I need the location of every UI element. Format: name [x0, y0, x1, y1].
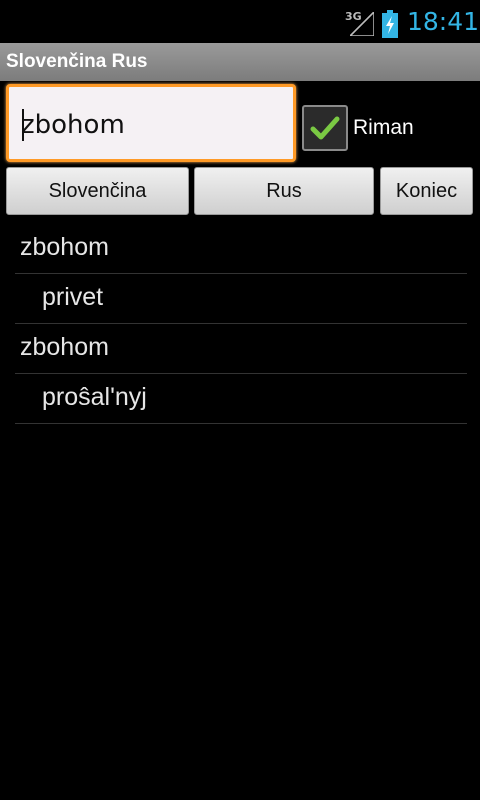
list-item[interactable]: zbohom: [15, 324, 467, 374]
list-item-text: zbohom: [20, 333, 109, 361]
list-item-text: zbohom: [20, 233, 109, 261]
check-icon: [310, 116, 340, 140]
status-bar: 3G 18:41: [0, 0, 480, 48]
list-item-text: proŝal'nyj: [42, 383, 147, 411]
list-item[interactable]: proŝal'nyj: [15, 374, 467, 424]
riman-checkbox-label[interactable]: Riman: [353, 116, 414, 140]
riman-checkbox[interactable]: [302, 105, 348, 151]
koniec-button[interactable]: Koniec: [380, 167, 473, 215]
list-item[interactable]: zbohom: [15, 224, 467, 274]
results-list: zbohom privet zbohom proŝal'nyj: [15, 224, 467, 424]
signal-icon: [350, 12, 374, 36]
battery-charging-icon: [382, 10, 398, 38]
slovencina-button[interactable]: Slovenčina: [6, 167, 189, 215]
list-item[interactable]: privet: [15, 274, 467, 324]
app-title: Slovenčina Rus: [6, 51, 148, 72]
clock: 18:41: [407, 7, 480, 36]
list-item-text: privet: [42, 283, 104, 311]
title-bar: Slovenčina Rus: [0, 43, 480, 81]
text-caret: [22, 109, 24, 141]
search-input[interactable]: [21, 107, 281, 143]
rus-button[interactable]: Rus: [194, 167, 374, 215]
search-field[interactable]: [6, 84, 296, 162]
